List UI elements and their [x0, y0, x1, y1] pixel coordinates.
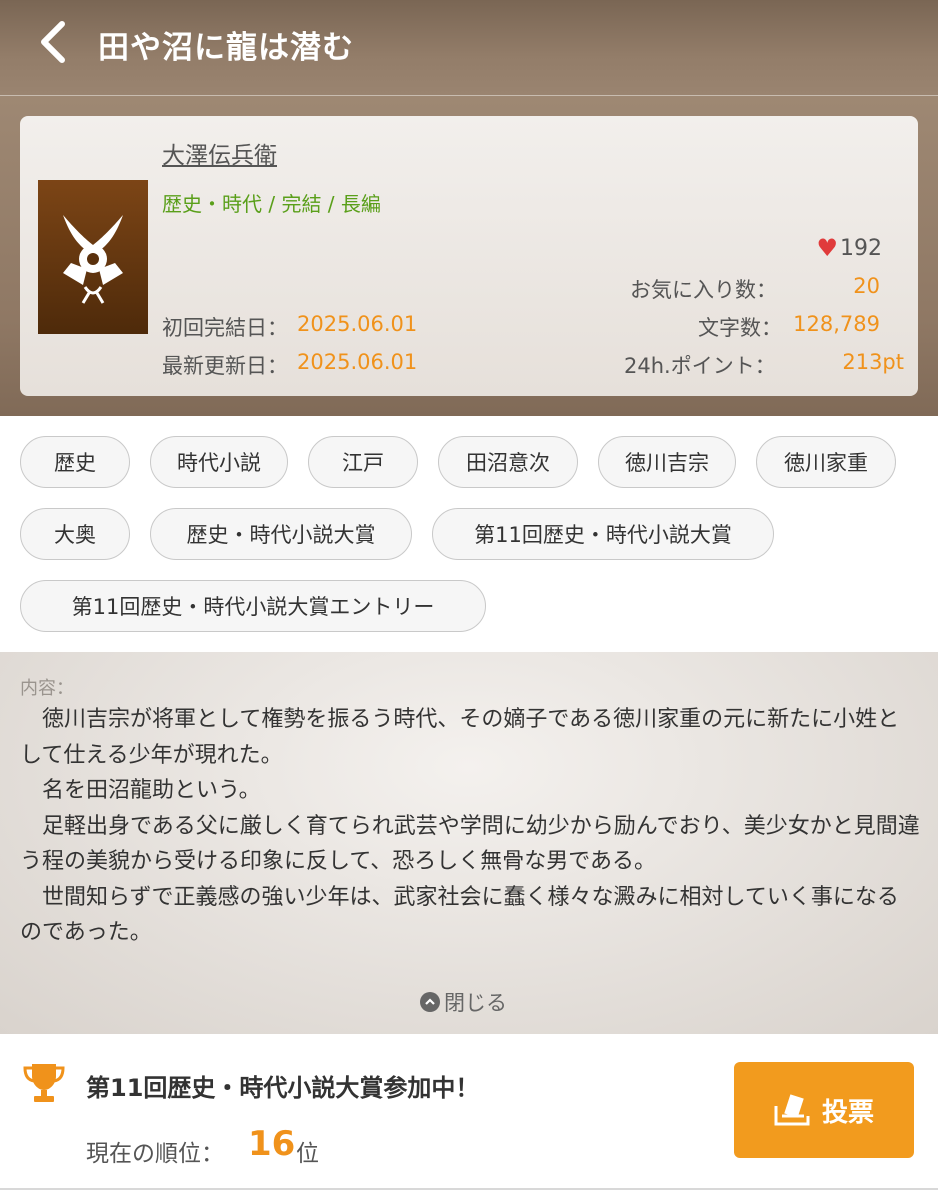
kabuto-helmet-icon: [63, 215, 123, 304]
tag-item[interactable]: 歴史: [20, 436, 130, 488]
trophy-icon: [23, 1064, 65, 1102]
tag-item[interactable]: 大奥: [20, 508, 130, 560]
work-info-band: 大澤伝兵衛 歴史・時代 / 完結 / 長編 ♥ 192 お気に入り数： 20 初…: [0, 96, 938, 416]
heart-icon: ♥: [816, 234, 838, 262]
description-panel: 内容： 徳川吉宗が将軍として権勢を振るう時代、その嫡子である徳川家重の元に新たに…: [0, 652, 938, 1034]
description-label: 内容：: [20, 678, 74, 699]
last-updated-label: 最新更新日：: [162, 354, 288, 378]
back-chevron-icon: [41, 21, 65, 63]
tag-item[interactable]: 第11回歴史・時代小説大賞: [432, 508, 774, 560]
likes-count: 192: [840, 235, 882, 261]
contest-section: 第11回歴史・時代小説大賞参加中！ 現在の順位： 16 位 投票: [0, 1034, 938, 1200]
tag-item[interactable]: 第11回歴史・時代小説大賞エントリー: [20, 580, 486, 632]
tag-item[interactable]: 徳川家重: [756, 436, 896, 488]
first-completed-value: 2025.06.01: [297, 312, 418, 336]
description-paragraph: 足軽出身である父に厳しく育てられ武芸や学問に幼少から励んでおり、美少女かと見間違…: [20, 813, 920, 875]
last-updated-value: 2025.06.01: [297, 350, 418, 374]
description-body: 徳川吉宗が将軍として権勢を振るう時代、その嫡子である徳川家重の元に新たに小姓とし…: [20, 702, 920, 951]
tag-item[interactable]: 田沼意次: [438, 436, 578, 488]
favorites-value: 20: [853, 274, 880, 298]
tag-item[interactable]: 徳川吉宗: [598, 436, 736, 488]
tag-item[interactable]: 歴史・時代小説大賞: [150, 508, 412, 560]
collapse-label: 閉じる: [444, 991, 507, 1015]
divider: [0, 1188, 938, 1190]
chevron-up-icon: [420, 992, 440, 1012]
vote-label: 投票: [821, 1097, 874, 1128]
description-paragraph: 徳川吉宗が将軍として権勢を振るう時代、その嫡子である徳川家重の元に新たに小姓とし…: [20, 707, 900, 768]
contest-title: 第11回歴史・時代小説大賞参加中！: [86, 1074, 480, 1102]
rank-value: 16: [248, 1124, 296, 1164]
vote-box-icon: [774, 1094, 810, 1126]
genre-status: 歴史・時代 / 完結 / 長編: [162, 192, 381, 216]
rank-label: 現在の順位：: [86, 1141, 224, 1167]
points-value: 213pt: [842, 350, 904, 374]
points-label: 24h.ポイント：: [624, 354, 776, 378]
characters-value: 128,789: [793, 312, 880, 336]
cover-image[interactable]: [38, 180, 148, 334]
app-header: 田や沼に龍は潜む: [0, 0, 938, 96]
vote-button[interactable]: 投票: [734, 1062, 914, 1158]
likes-counter[interactable]: ♥ 192: [816, 234, 882, 262]
back-button[interactable]: [30, 16, 78, 68]
rank-unit: 位: [296, 1141, 319, 1167]
tag-item[interactable]: 江戸: [308, 436, 418, 488]
characters-label: 文字数：: [698, 316, 782, 340]
first-completed-label: 初回完結日：: [162, 316, 288, 340]
description-paragraph: 名を田沼龍助という。: [42, 778, 261, 803]
page-title: 田や沼に龍は潜む: [98, 30, 354, 66]
favorites-label: お気に入り数：: [630, 278, 777, 302]
description-paragraph: 世間知らずで正義感の強い少年は、武家社会に蠢く様々な澱みに相対していく事になるの…: [20, 884, 899, 946]
author-link[interactable]: 大澤伝兵衛: [162, 136, 277, 170]
tag-item[interactable]: 時代小説: [150, 436, 288, 488]
collapse-button[interactable]: 閉じる: [420, 988, 507, 1016]
work-info-card: 大澤伝兵衛 歴史・時代 / 完結 / 長編 ♥ 192 お気に入り数： 20 初…: [20, 116, 918, 396]
